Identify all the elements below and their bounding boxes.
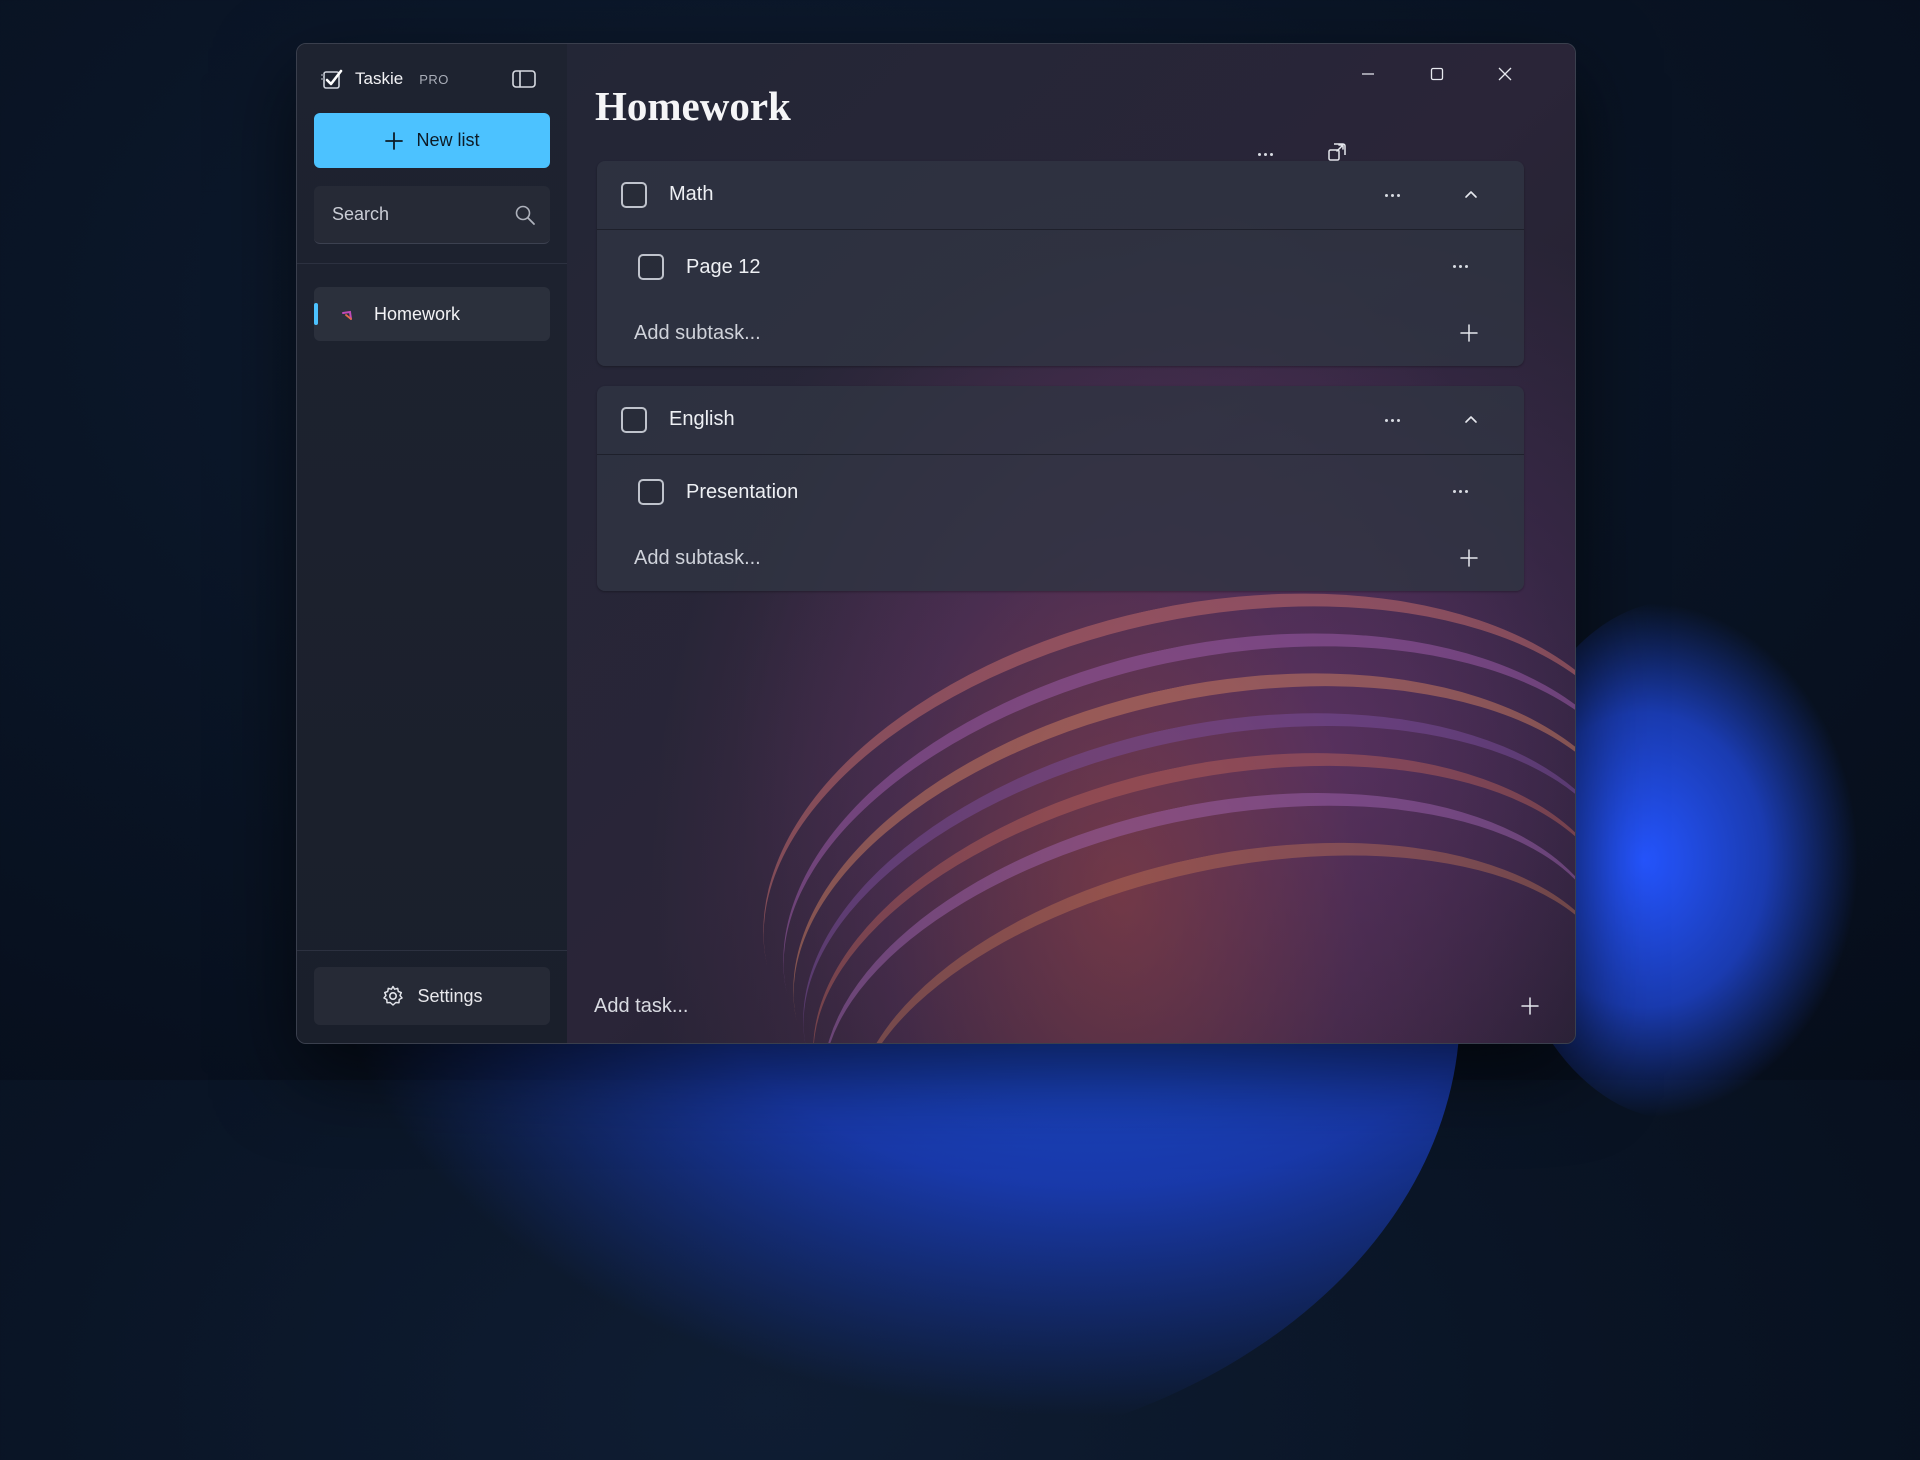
- maximize-icon: [1430, 67, 1444, 81]
- pro-badge: PRO: [419, 71, 449, 87]
- task-checkbox[interactable]: [621, 407, 647, 433]
- subtask-row[interactable]: Presentation: [597, 455, 1524, 527]
- subtask-checkbox[interactable]: [638, 479, 664, 505]
- add-subtask-field[interactable]: Add subtask...: [597, 302, 1524, 366]
- minimize-button[interactable]: [1343, 52, 1393, 96]
- selection-indicator: [314, 303, 318, 325]
- close-icon: [1498, 67, 1512, 81]
- sidebar-item-label: Homework: [374, 303, 461, 324]
- sidebar-divider: [297, 263, 567, 264]
- page-title: Homework: [595, 83, 791, 129]
- plus-icon: [385, 131, 404, 150]
- task-more-button[interactable]: [1377, 410, 1407, 430]
- background-waves: [697, 564, 1575, 1043]
- search-icon[interactable]: [514, 204, 536, 226]
- search-box[interactable]: [314, 186, 550, 244]
- add-subtask-placeholder: Add subtask...: [634, 547, 761, 569]
- chevron-up-icon[interactable]: [1459, 408, 1483, 432]
- plus-icon[interactable]: [1458, 322, 1480, 344]
- minimize-icon: [1362, 73, 1374, 75]
- subtask-more-button[interactable]: [1445, 481, 1475, 501]
- plus-icon[interactable]: [1519, 995, 1541, 1017]
- close-button[interactable]: [1480, 52, 1530, 96]
- task-checkbox[interactable]: [621, 182, 647, 208]
- subtask-row[interactable]: Page 12: [597, 230, 1524, 302]
- plus-icon[interactable]: [1458, 547, 1480, 569]
- settings-label: Settings: [417, 985, 483, 1006]
- chevron-up-icon[interactable]: [1459, 183, 1483, 207]
- sidebar-toggle-icon: [512, 70, 536, 88]
- subtask-title: Presentation: [686, 481, 799, 503]
- task-row[interactable]: English: [597, 386, 1524, 455]
- compact-overlay-icon: [1328, 143, 1346, 161]
- maximize-button[interactable]: [1412, 52, 1462, 96]
- main-panel: Homework Math Page 12 Add subtask... Eng…: [567, 44, 1575, 1043]
- task-more-button[interactable]: [1377, 185, 1407, 205]
- subtask-checkbox[interactable]: [638, 254, 664, 280]
- checkmark-clipboard-icon: [321, 69, 343, 89]
- new-list-label: New list: [416, 130, 480, 150]
- task-title: English: [669, 408, 735, 430]
- list-color-icon: [342, 310, 352, 320]
- app-window: Taskie PRO New list Search Homework Sett…: [296, 43, 1576, 1044]
- search-input[interactable]: [330, 203, 514, 226]
- new-list-button[interactable]: New list: [314, 113, 550, 168]
- gear-icon: [383, 985, 404, 1006]
- task-group-math: Math Page 12 Add subtask...: [597, 161, 1524, 366]
- add-subtask-placeholder: Add subtask...: [634, 322, 761, 344]
- app-header: Taskie PRO: [319, 66, 449, 92]
- task-row[interactable]: Math: [597, 161, 1524, 230]
- app-name: Taskie: [355, 69, 404, 88]
- add-task-field[interactable]: Add task...: [567, 973, 1575, 1043]
- subtask-more-button[interactable]: [1445, 256, 1475, 276]
- settings-button[interactable]: Settings: [314, 967, 550, 1025]
- task-title: Math: [669, 183, 714, 205]
- sidebar-divider-bottom: [297, 950, 567, 951]
- subtask-title: Page 12: [686, 256, 761, 278]
- sidebar-item-homework[interactable]: Homework: [314, 287, 550, 341]
- task-group-english: English Presentation Add subtask...: [597, 386, 1524, 591]
- sidebar: Taskie PRO New list Search Homework Sett…: [297, 44, 567, 1043]
- add-subtask-field[interactable]: Add subtask...: [597, 527, 1524, 591]
- pane-toggle-button[interactable]: [511, 68, 537, 90]
- add-task-placeholder: Add task...: [594, 995, 689, 1017]
